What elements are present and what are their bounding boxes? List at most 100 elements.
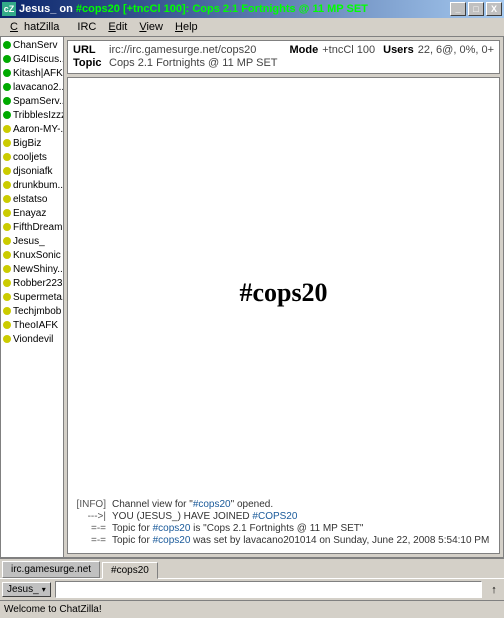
- user-item[interactable]: elstatso: [1, 192, 63, 206]
- user-name: elstatso: [13, 194, 47, 205]
- user-name: Viondevil: [13, 334, 53, 345]
- url-label: URL: [73, 44, 109, 56]
- status-dot-icon: [3, 153, 11, 161]
- user-name: lavacano2...: [13, 82, 63, 93]
- titlebar: cZ Jesus_ on #cops20 [+tncCl 100]: Cops …: [0, 0, 504, 18]
- status-dot-icon: [3, 265, 11, 273]
- message-input[interactable]: [55, 581, 482, 598]
- user-item[interactable]: Techjmbob: [1, 304, 63, 318]
- user-item[interactable]: cooljets: [1, 150, 63, 164]
- channel-title: #cops20: [68, 278, 499, 308]
- user-item[interactable]: TheoIAFK: [1, 318, 63, 332]
- user-item[interactable]: ChanServ: [1, 38, 63, 52]
- maximize-button[interactable]: □: [468, 2, 484, 16]
- channel-link[interactable]: #cops20: [153, 523, 191, 534]
- status-dot-icon: [3, 279, 11, 287]
- message-row: --->|YOU (JESUS_) HAVE JOINED #COPS20: [72, 511, 495, 522]
- user-item[interactable]: lavacano2...: [1, 80, 63, 94]
- menu-irc[interactable]: IRC: [71, 19, 102, 35]
- message-row: =-=Topic for #cops20 is "Cops 2.1 Fortni…: [72, 523, 495, 534]
- user-name: Enayaz: [13, 208, 46, 219]
- user-name: Kitash|AFK: [13, 68, 63, 79]
- user-name: Supermeta...: [13, 292, 63, 303]
- status-dot-icon: [3, 251, 11, 259]
- user-name: SpamServ...: [13, 96, 63, 107]
- message-text: Topic for #cops20 was set by lavacano201…: [112, 535, 495, 546]
- menu-chatzilla[interactable]: ChatZilla: [4, 19, 71, 35]
- user-item[interactable]: G4IDiscus...: [1, 52, 63, 66]
- status-dot-icon: [3, 321, 11, 329]
- input-bar: Jesus_▾ ↑: [0, 578, 504, 600]
- topic-label: Topic: [73, 57, 109, 69]
- status-dot-icon: [3, 293, 11, 301]
- channel-link[interactable]: #COPS20: [252, 511, 297, 522]
- status-dot-icon: [3, 111, 11, 119]
- user-name: KnuxSonic: [13, 250, 61, 261]
- status-dot-icon: [3, 195, 11, 203]
- status-dot-icon: [3, 335, 11, 343]
- message-prefix: --->|: [72, 511, 112, 522]
- user-item[interactable]: SpamServ...: [1, 94, 63, 108]
- user-item[interactable]: Enayaz: [1, 206, 63, 220]
- chat-view[interactable]: #cops20 [INFO]Channel view for "#cops20"…: [67, 77, 500, 554]
- message-prefix: =-=: [72, 535, 112, 546]
- user-name: FifthDream: [13, 222, 62, 233]
- status-dot-icon: [3, 125, 11, 133]
- message-prefix: =-=: [72, 523, 112, 534]
- chevron-down-icon: ▾: [42, 585, 46, 594]
- status-bar: Welcome to ChatZilla!: [0, 600, 504, 618]
- user-name: drunkbum...: [13, 180, 63, 191]
- message-text: Channel view for "#cops20" opened.: [112, 499, 495, 510]
- status-dot-icon: [3, 223, 11, 231]
- user-item[interactable]: Supermeta...: [1, 290, 63, 304]
- menu-edit[interactable]: Edit: [102, 19, 133, 35]
- user-item[interactable]: drunkbum...: [1, 178, 63, 192]
- user-name: G4IDiscus...: [13, 54, 63, 65]
- channel-link[interactable]: #cops20: [153, 535, 191, 546]
- mode-value: +tncCl 100: [322, 44, 375, 56]
- tab-network[interactable]: irc.gamesurge.net: [2, 561, 100, 578]
- user-name: ChanServ: [13, 40, 57, 51]
- user-item[interactable]: KnuxSonic: [1, 248, 63, 262]
- user-name: TribblesIzzz: [13, 110, 63, 121]
- user-item[interactable]: NewShiny...: [1, 262, 63, 276]
- user-name: Jesus_: [13, 236, 45, 247]
- users-value: 22, 6@, 0%, 0+: [418, 44, 494, 56]
- status-dot-icon: [3, 307, 11, 315]
- user-item[interactable]: Viondevil: [1, 332, 63, 346]
- user-item[interactable]: FifthDream: [1, 220, 63, 234]
- message-log: [INFO]Channel view for "#cops20" opened.…: [72, 499, 495, 547]
- status-dot-icon: [3, 209, 11, 217]
- menu-help[interactable]: Help: [169, 19, 204, 35]
- user-name: Aaron-MY-...: [13, 124, 63, 135]
- user-item[interactable]: TribblesIzzz: [1, 108, 63, 122]
- user-item[interactable]: Aaron-MY-...: [1, 122, 63, 136]
- tab-channel[interactable]: #cops20: [102, 562, 158, 579]
- message-text: YOU (JESUS_) HAVE JOINED #COPS20: [112, 511, 495, 522]
- menubar: ChatZilla IRC Edit View Help: [0, 18, 504, 37]
- user-item[interactable]: Jesus_: [1, 234, 63, 248]
- nick-selector[interactable]: Jesus_▾: [2, 582, 51, 597]
- message-row: [INFO]Channel view for "#cops20" opened.: [72, 499, 495, 510]
- topic-value: Cops 2.1 Fortnights @ 11 MP SET: [109, 57, 494, 69]
- status-dot-icon: [3, 97, 11, 105]
- message-row: =-=Topic for #cops20 was set by lavacano…: [72, 535, 495, 546]
- channel-link[interactable]: #cops20: [193, 499, 231, 510]
- user-list[interactable]: ChanServ G4IDiscus... Kitash|AFK lavacano2.…: [1, 37, 64, 557]
- user-item[interactable]: djsoniafk: [1, 164, 63, 178]
- close-button[interactable]: X: [486, 2, 502, 16]
- app-icon: cZ: [2, 2, 16, 16]
- url-value[interactable]: irc://irc.gamesurge.net/cops20: [109, 44, 281, 56]
- status-dot-icon: [3, 139, 11, 147]
- menu-view[interactable]: View: [133, 19, 169, 35]
- user-item[interactable]: BigBiz: [1, 136, 63, 150]
- user-item[interactable]: Kitash|AFK: [1, 66, 63, 80]
- send-button[interactable]: ↑: [486, 584, 502, 596]
- user-item[interactable]: Robber2232: [1, 276, 63, 290]
- user-name: BigBiz: [13, 138, 41, 149]
- user-name: TheoIAFK: [13, 320, 58, 331]
- status-dot-icon: [3, 55, 11, 63]
- user-name: Techjmbob: [13, 306, 61, 317]
- minimize-button[interactable]: _: [450, 2, 466, 16]
- user-name: Robber2232: [13, 278, 63, 289]
